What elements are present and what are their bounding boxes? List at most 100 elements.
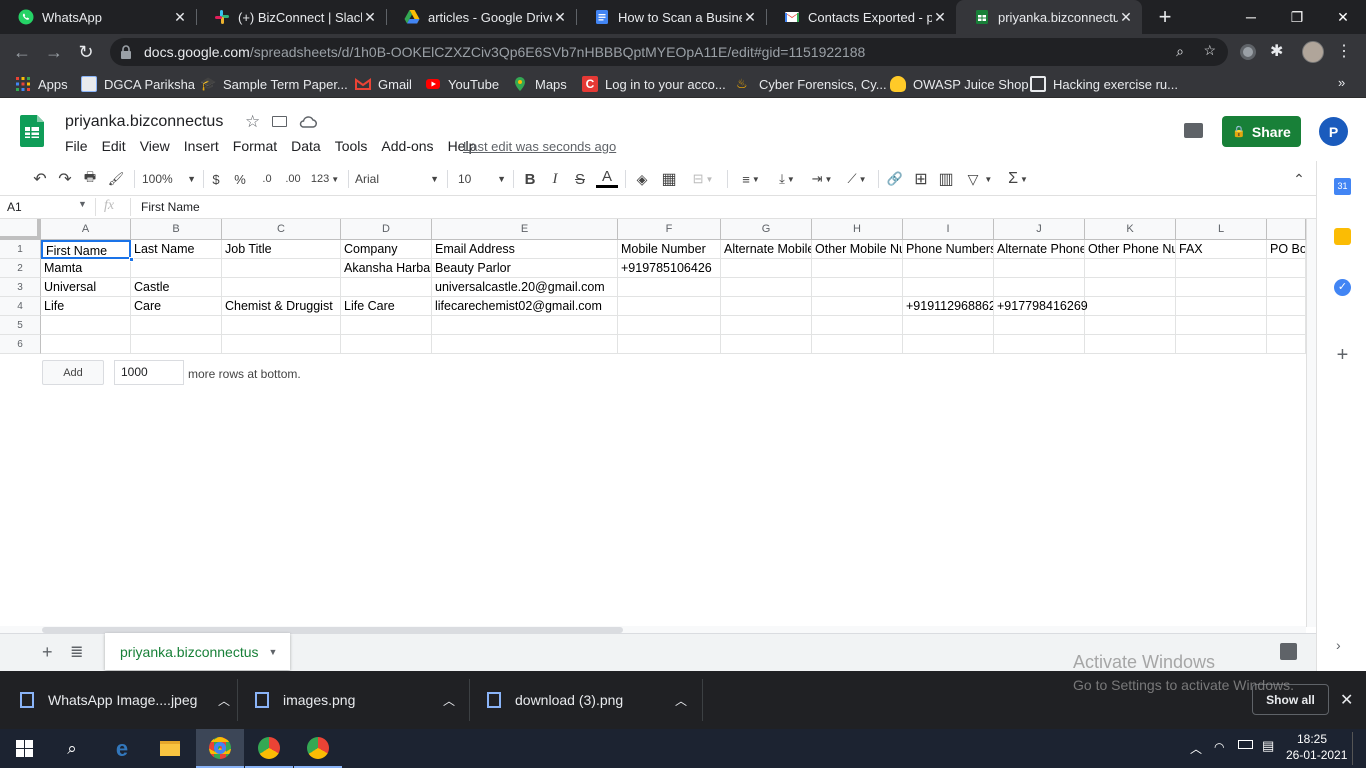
menu-file[interactable]: File [65, 138, 88, 154]
insert-comment-icon[interactable]: ⊞ [911, 168, 931, 190]
all-sheets-list-icon[interactable]: ≣ [70, 642, 83, 662]
table-cell[interactable]: Last Name [131, 240, 222, 259]
table-cell[interactable] [618, 316, 721, 335]
menu-insert[interactable]: Insert [184, 138, 219, 154]
move-folder-icon[interactable] [272, 116, 287, 127]
column-header[interactable]: G [721, 219, 812, 240]
minimize-icon[interactable]: ─ [1228, 0, 1274, 34]
text-rotation-icon[interactable]: ⟋ ▼ [842, 168, 872, 190]
close-icon[interactable]: ✕ [362, 9, 378, 26]
table-cell[interactable] [1176, 278, 1267, 297]
close-icon[interactable]: ✕ [932, 9, 948, 26]
back-arrow-icon[interactable]: ← [8, 38, 36, 66]
selected-cell[interactable]: First Name [41, 240, 131, 259]
comments-icon[interactable] [1184, 123, 1203, 138]
wifi-icon[interactable]: ◠ [1214, 740, 1224, 754]
column-header[interactable]: J [994, 219, 1085, 240]
table-cell[interactable] [903, 259, 994, 278]
keep-notes-icon[interactable] [1334, 228, 1351, 245]
table-cell[interactable] [1176, 316, 1267, 335]
search-icon[interactable]: ⌕ [48, 729, 96, 768]
undo-icon[interactable]: ↶ [30, 168, 50, 190]
bookmark-cyber-forensics[interactable]: ♨ Cyber Forensics, Cy... [736, 75, 887, 93]
row-header[interactable]: 4 [0, 297, 41, 316]
table-cell[interactable] [1085, 335, 1176, 354]
table-cell[interactable] [1176, 297, 1267, 316]
column-header[interactable]: A [41, 219, 131, 240]
table-cell[interactable] [1267, 335, 1306, 354]
table-cell[interactable] [721, 259, 812, 278]
puzzle-extensions-icon[interactable]: ✱ [1270, 41, 1283, 61]
increase-decimal-button[interactable]: .00 [282, 168, 304, 190]
bookmark-maps[interactable]: Maps [512, 75, 567, 93]
table-cell[interactable] [222, 335, 341, 354]
chevron-up-icon[interactable]: ︿ [218, 692, 230, 709]
menu-tools[interactable]: Tools [335, 138, 368, 154]
add-sheet-plus-icon[interactable]: + [42, 642, 53, 663]
download-item[interactable]: WhatsApp Image....jpeg ︿ [20, 671, 230, 729]
table-cell[interactable] [1085, 278, 1176, 297]
tab-whatsapp[interactable]: WhatsApp ✕ [0, 0, 196, 34]
close-icon[interactable]: ✕ [1118, 9, 1134, 26]
show-desktop-button[interactable] [1352, 732, 1366, 765]
battery-icon[interactable] [1238, 740, 1253, 749]
print-icon[interactable]: 🖶 [80, 168, 100, 190]
collapse-chevron-up-icon[interactable]: ⌃ [1289, 168, 1309, 190]
table-cell[interactable]: Job Title [222, 240, 341, 259]
table-cell[interactable]: Alternate Phone [994, 240, 1085, 259]
star-icon[interactable]: ☆ [245, 112, 260, 132]
table-cell[interactable] [1267, 259, 1306, 278]
column-header[interactable]: B [131, 219, 222, 240]
strikethrough-button[interactable]: S [570, 168, 590, 190]
paint-format-icon[interactable]: 🖌 [106, 168, 126, 190]
table-cell[interactable] [341, 335, 432, 354]
tray-chevron-up-icon[interactable]: ︿ [1190, 740, 1202, 757]
calendar-icon[interactable]: 31 [1334, 178, 1351, 195]
table-cell[interactable] [903, 335, 994, 354]
get-addons-plus-icon[interactable]: + [1334, 345, 1351, 365]
column-header[interactable]: E [432, 219, 618, 240]
font-size-select[interactable]: 10 ▼ [458, 168, 506, 190]
row-header[interactable]: 1 [0, 240, 41, 259]
bookmark-youtube[interactable]: YouTube [425, 75, 499, 93]
reload-icon[interactable]: ↻ [72, 38, 100, 66]
table-cell[interactable]: +917798416269 [994, 297, 1088, 316]
name-box[interactable]: A1 [7, 200, 22, 214]
sheet-tab-active[interactable]: priyanka.bizconnectus ▼ [105, 633, 290, 670]
table-cell[interactable]: Life [41, 297, 131, 316]
table-cell[interactable] [721, 278, 812, 297]
filter-icon[interactable]: ▽ ▼ [962, 168, 998, 190]
table-cell[interactable] [618, 297, 721, 316]
table-cell[interactable] [1267, 316, 1306, 335]
table-cell[interactable] [994, 316, 1085, 335]
tab-gmail[interactable]: Contacts Exported - pri ✕ [766, 0, 956, 34]
restore-icon[interactable]: ❐ [1274, 0, 1320, 34]
clock-time[interactable]: 18:25 [1286, 732, 1338, 746]
fill-color-icon[interactable]: ◈ [632, 168, 652, 190]
table-cell[interactable] [721, 316, 812, 335]
table-cell[interactable] [1085, 316, 1176, 335]
table-cell[interactable] [812, 259, 903, 278]
column-header[interactable]: K [1085, 219, 1176, 240]
table-cell[interactable]: Alternate Mobile [721, 240, 812, 259]
redo-icon[interactable]: ↷ [55, 168, 75, 190]
bookmark-gmail[interactable]: Gmail [355, 75, 412, 93]
table-cell[interactable] [1176, 259, 1267, 278]
row-header[interactable]: 6 [0, 335, 41, 354]
table-cell[interactable]: Castle [131, 278, 222, 297]
bookmark-hacking-exercise[interactable]: Hacking exercise ru... [1030, 75, 1178, 93]
formula-input[interactable]: First Name [141, 200, 1241, 214]
table-cell[interactable] [41, 316, 131, 335]
menu-data[interactable]: Data [291, 138, 321, 154]
download-item[interactable]: download (3).png ︿ [487, 671, 687, 729]
extension-record-icon[interactable] [1240, 44, 1256, 60]
table-cell[interactable] [618, 278, 721, 297]
menu-edit[interactable]: Edit [102, 138, 126, 154]
percent-format-button[interactable]: % [232, 168, 248, 190]
side-panel-chevron-right-icon[interactable]: › [1336, 637, 1341, 653]
text-wrapping-icon[interactable]: ⇥ ▼ [807, 168, 837, 190]
table-cell[interactable]: Chemist & Druggist [222, 297, 341, 316]
row-header[interactable]: 5 [0, 316, 41, 335]
add-rows-button[interactable]: Add [42, 360, 104, 385]
table-cell[interactable] [994, 259, 1085, 278]
